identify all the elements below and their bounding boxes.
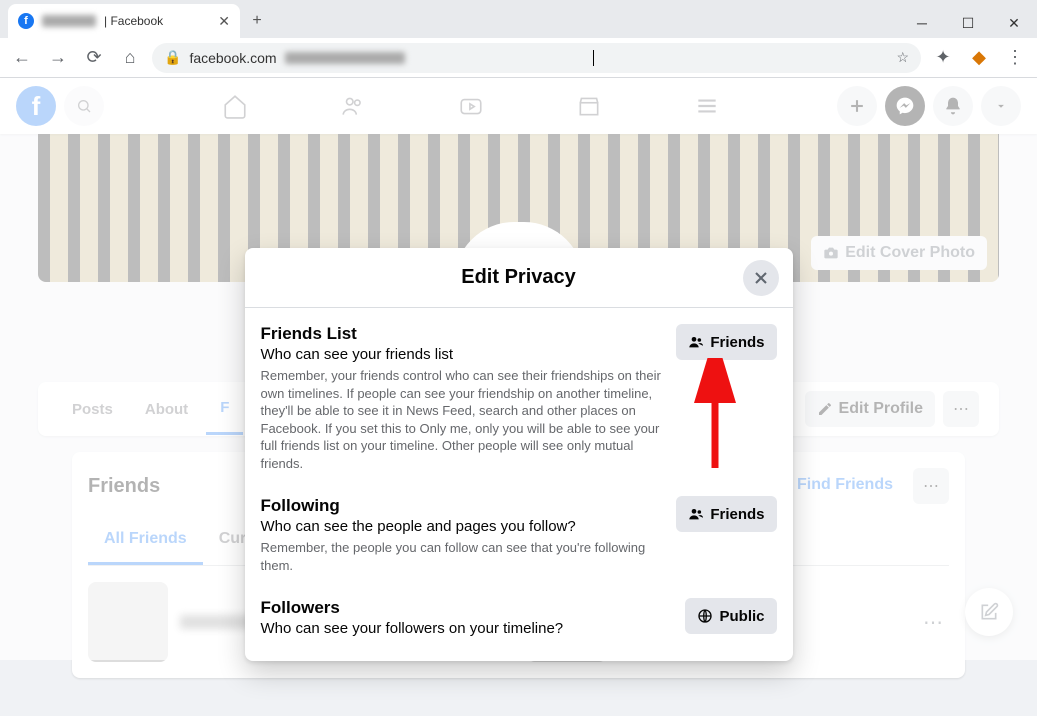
back-button[interactable]: ← <box>8 44 36 72</box>
forward-button[interactable]: → <box>44 44 72 72</box>
extension-icon[interactable]: ◆ <box>965 44 993 72</box>
modal-close-button[interactable] <box>743 260 779 296</box>
modal-header: Edit Privacy <box>245 248 793 308</box>
reload-button[interactable]: ⟳ <box>80 44 108 72</box>
lock-icon: 🔒 <box>164 49 181 66</box>
section-title: Following <box>261 496 665 516</box>
section-subtitle: Who can see your friends list <box>261 346 665 363</box>
close-icon <box>751 268 771 288</box>
window-maximize[interactable]: ☐ <box>945 8 991 38</box>
new-tab-button[interactable]: + <box>240 4 274 38</box>
url-redacted <box>285 52 405 64</box>
section-title: Followers <box>261 598 674 618</box>
audience-label: Public <box>719 608 764 625</box>
section-help: Remember, your friends control who can s… <box>261 367 665 472</box>
bookmark-icon[interactable]: ☆ <box>896 49 909 66</box>
edit-privacy-modal: Edit Privacy Friends List Who can see yo… <box>245 248 793 661</box>
extensions-icon[interactable]: ✦ <box>929 44 957 72</box>
address-bar[interactable]: 🔒 facebook.com ☆ <box>152 43 921 73</box>
browser-tab[interactable]: f | Facebook ✕ <box>8 4 240 38</box>
window-minimize[interactable]: ─ <box>899 8 945 38</box>
browser-toolbar: ← → ⟳ ⌂ 🔒 facebook.com ☆ ✦ ◆ ⋮ <box>0 38 1037 78</box>
friends-audience-icon <box>688 334 704 350</box>
url-text: facebook.com <box>189 50 276 66</box>
window-close[interactable]: ✕ <box>991 8 1037 38</box>
audience-label: Friends <box>710 334 764 351</box>
tab-favicon: f <box>18 13 34 29</box>
page-content: f Edit Cover Photo Posts About F <box>0 78 1037 660</box>
section-title: Friends List <box>261 324 665 344</box>
privacy-section-following: Following Who can see the people and pag… <box>261 496 777 574</box>
section-help: Remember, the people you can follow can … <box>261 539 665 574</box>
tab-name-redacted <box>42 15 96 27</box>
tab-title: | Facebook <box>104 14 163 28</box>
audience-label: Friends <box>710 506 764 523</box>
tab-close-icon[interactable]: ✕ <box>218 13 230 30</box>
privacy-section-friends-list: Friends List Who can see your friends li… <box>261 324 777 472</box>
privacy-section-followers: Followers Who can see your followers on … <box>261 598 777 641</box>
section-subtitle: Who can see the people and pages you fol… <box>261 518 665 535</box>
friends-audience-icon <box>688 506 704 522</box>
home-button[interactable]: ⌂ <box>116 44 144 72</box>
modal-title: Edit Privacy <box>461 266 576 289</box>
public-audience-icon <box>697 608 713 624</box>
text-cursor <box>593 50 594 66</box>
section-subtitle: Who can see your followers on your timel… <box>261 620 674 637</box>
chrome-menu-icon[interactable]: ⋮ <box>1001 44 1029 72</box>
audience-selector-following[interactable]: Friends <box>676 496 776 532</box>
audience-selector-friends-list[interactable]: Friends <box>676 324 776 360</box>
modal-body: Friends List Who can see your friends li… <box>245 308 793 661</box>
browser-titlebar: f | Facebook ✕ + ─ ☐ ✕ <box>0 0 1037 38</box>
window-controls: ─ ☐ ✕ <box>899 8 1037 38</box>
audience-selector-followers[interactable]: Public <box>685 598 776 634</box>
